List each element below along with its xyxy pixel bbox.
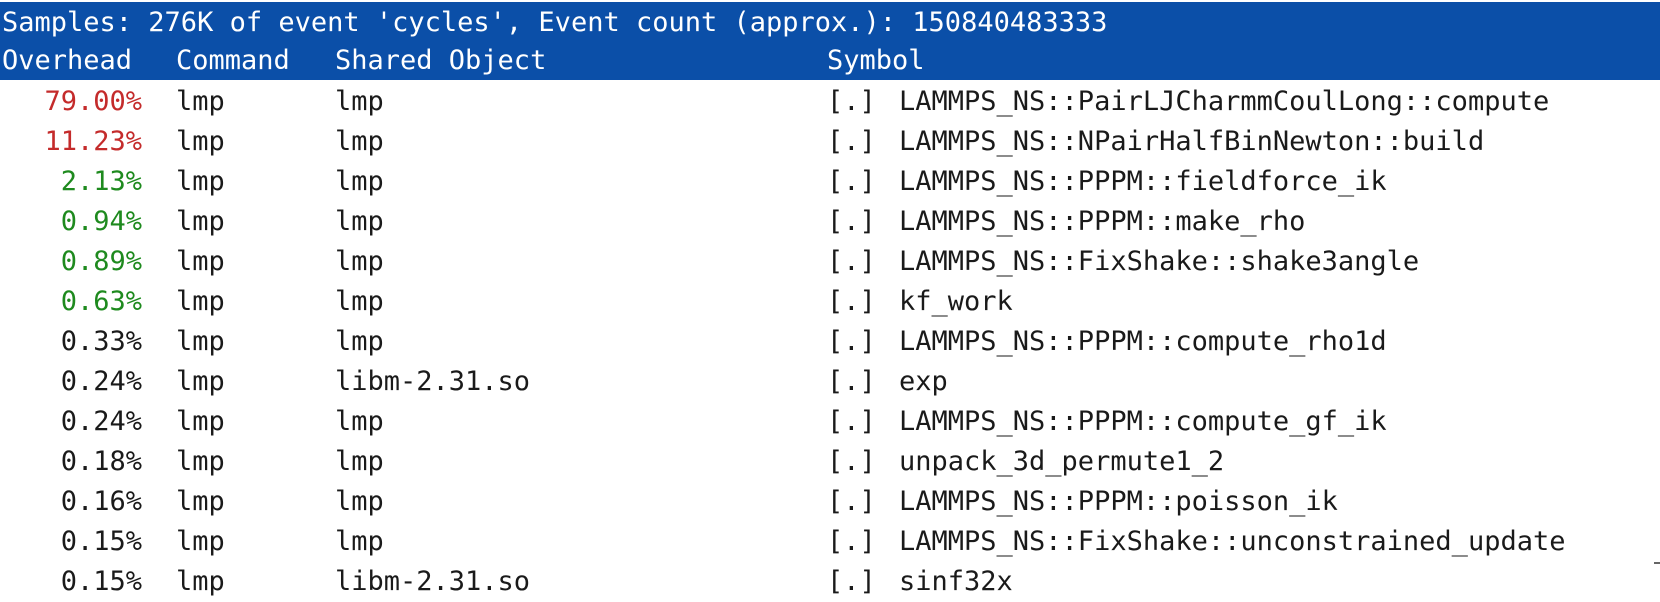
symbol-level-cell: [.] [827, 366, 876, 397]
table-row[interactable]: 0.18% lmp lmp [.] unpack_3d_permute1_2 [0, 442, 1660, 482]
command-cell: lmp [176, 206, 225, 237]
shared-object-cell: libm-2.31.so [335, 366, 531, 397]
table-row[interactable]: 0.33% lmp lmp [.] LAMMPS_NS::PPPM::compute_r… [0, 322, 1660, 362]
shared-object-cell: lmp [335, 86, 384, 117]
overhead-cell: 0.63% [60, 286, 142, 317]
table-row[interactable]: 0.16% lmp lmp [.] LAMMPS_NS::PPPM::poisson_i… [0, 482, 1660, 522]
shared-object-cell: lmp [335, 246, 384, 277]
symbol-level-cell: [.] [827, 166, 876, 197]
symbol-level-cell: [.] [827, 406, 876, 437]
symbol-level-cell: [.] [827, 86, 876, 117]
overhead-cell: 0.94% [60, 206, 142, 237]
symbol-cell: sinf32x [899, 566, 1013, 597]
command-cell: lmp [176, 326, 225, 357]
summary-line: Samples: 276K of event 'cycles', Event c… [2, 7, 1108, 38]
overhead-cell: 0.24% [60, 406, 142, 437]
overhead-cell: 0.15% [60, 526, 142, 557]
overhead-cell: 0.24% [60, 366, 142, 397]
shared-object-cell: lmp [335, 446, 384, 477]
symbol-level-cell: [.] [827, 246, 876, 277]
symbol-cell: LAMMPS_NS::PPPM::poisson_ik [899, 486, 1338, 517]
overhead-cell: 11.23% [44, 126, 142, 157]
overhead-cell: 0.15% [60, 566, 142, 597]
command-cell: lmp [176, 366, 225, 397]
symbol-cell: LAMMPS_NS::PairLJCharmmCoulLong::compute [899, 86, 1550, 117]
command-cell: lmp [176, 486, 225, 517]
command-cell: lmp [176, 286, 225, 317]
symbol-cell: LAMMPS_NS::NPairHalfBinNewton::build [899, 126, 1485, 157]
shared-object-cell: lmp [335, 486, 384, 517]
shared-object-cell: lmp [335, 206, 384, 237]
command-cell: lmp [176, 86, 225, 117]
overhead-cell: 0.16% [60, 486, 142, 517]
column-header-shared-object[interactable]: Shared Object [335, 42, 546, 80]
shared-object-cell: libm-2.31.so [335, 566, 531, 597]
symbol-level-cell: [.] [827, 286, 876, 317]
symbol-cell: LAMMPS_NS::PPPM::fieldforce_ik [899, 166, 1387, 197]
symbol-cell: LAMMPS_NS::PPPM::compute_gf_ik [899, 406, 1387, 437]
symbol-level-cell: [.] [827, 566, 876, 597]
shared-object-cell: lmp [335, 406, 384, 437]
symbol-cell: LAMMPS_NS::PPPM::compute_rho1d [899, 326, 1387, 357]
table-row[interactable]: 0.94% lmp lmp [.] LAMMPS_NS::PPPM::make_rho [0, 202, 1660, 242]
table-row[interactable]: 11.23% lmp lmp [.] LAMMPS_NS::NPairHalfBinNe… [0, 122, 1660, 162]
symbol-level-cell: [.] [827, 486, 876, 517]
column-header-overhead[interactable]: Overhead [2, 42, 132, 80]
perf-report-header: Samples: 276K of event 'cycles', Event c… [0, 2, 1660, 80]
command-cell: lmp [176, 166, 225, 197]
scroll-edge-marker [1654, 562, 1660, 564]
column-header-command[interactable]: Command [176, 42, 290, 80]
shared-object-cell: lmp [335, 526, 384, 557]
column-header-symbol[interactable]: Symbol [827, 42, 925, 80]
symbol-cell: exp [899, 366, 948, 397]
symbol-level-cell: [.] [827, 126, 876, 157]
overhead-cell: 2.13% [60, 166, 142, 197]
command-cell: lmp [176, 406, 225, 437]
table-row[interactable]: 2.13% lmp lmp [.] LAMMPS_NS::PPPM::fieldforc… [0, 162, 1660, 202]
shared-object-cell: lmp [335, 286, 384, 317]
overhead-cell: 0.89% [60, 246, 142, 277]
symbol-cell: unpack_3d_permute1_2 [899, 446, 1225, 477]
shared-object-cell: lmp [335, 166, 384, 197]
command-cell: lmp [176, 446, 225, 477]
symbol-cell: kf_work [899, 286, 1013, 317]
overhead-cell: 79.00% [44, 86, 142, 117]
symbol-cell: LAMMPS_NS::FixShake::unconstrained_updat… [899, 526, 1566, 557]
table-row[interactable]: 0.24% lmp lmp [.] LAMMPS_NS::PPPM::compute_g… [0, 402, 1660, 442]
symbol-level-cell: [.] [827, 206, 876, 237]
symbol-level-cell: [.] [827, 526, 876, 557]
table-row[interactable]: 0.15% lmp lmp [.] LAMMPS_NS::FixShake::uncon… [0, 522, 1660, 562]
shared-object-cell: lmp [335, 326, 384, 357]
command-cell: lmp [176, 566, 225, 597]
perf-report-table: 79.00% lmp lmp [.] LAMMPS_NS::PairLJCharmmCo… [0, 82, 1660, 602]
overhead-cell: 0.33% [60, 326, 142, 357]
table-row[interactable]: 0.89% lmp lmp [.] LAMMPS_NS::FixShake::shake… [0, 242, 1660, 282]
table-row[interactable]: 0.63% lmp lmp [.] kf_work [0, 282, 1660, 322]
overhead-cell: 0.18% [60, 446, 142, 477]
symbol-cell: LAMMPS_NS::PPPM::make_rho [899, 206, 1306, 237]
table-row[interactable]: 0.24% lmp libm-2.31.so [.] exp [0, 362, 1660, 402]
symbol-level-cell: [.] [827, 446, 876, 477]
command-cell: lmp [176, 246, 225, 277]
symbol-cell: LAMMPS_NS::FixShake::shake3angle [899, 246, 1420, 277]
table-row[interactable]: 0.15% lmp libm-2.31.so [.] sinf32x [0, 562, 1660, 602]
shared-object-cell: lmp [335, 126, 384, 157]
command-cell: lmp [176, 126, 225, 157]
command-cell: lmp [176, 526, 225, 557]
symbol-level-cell: [.] [827, 326, 876, 357]
table-row[interactable]: 79.00% lmp lmp [.] LAMMPS_NS::PairLJCharmmCo… [0, 82, 1660, 122]
